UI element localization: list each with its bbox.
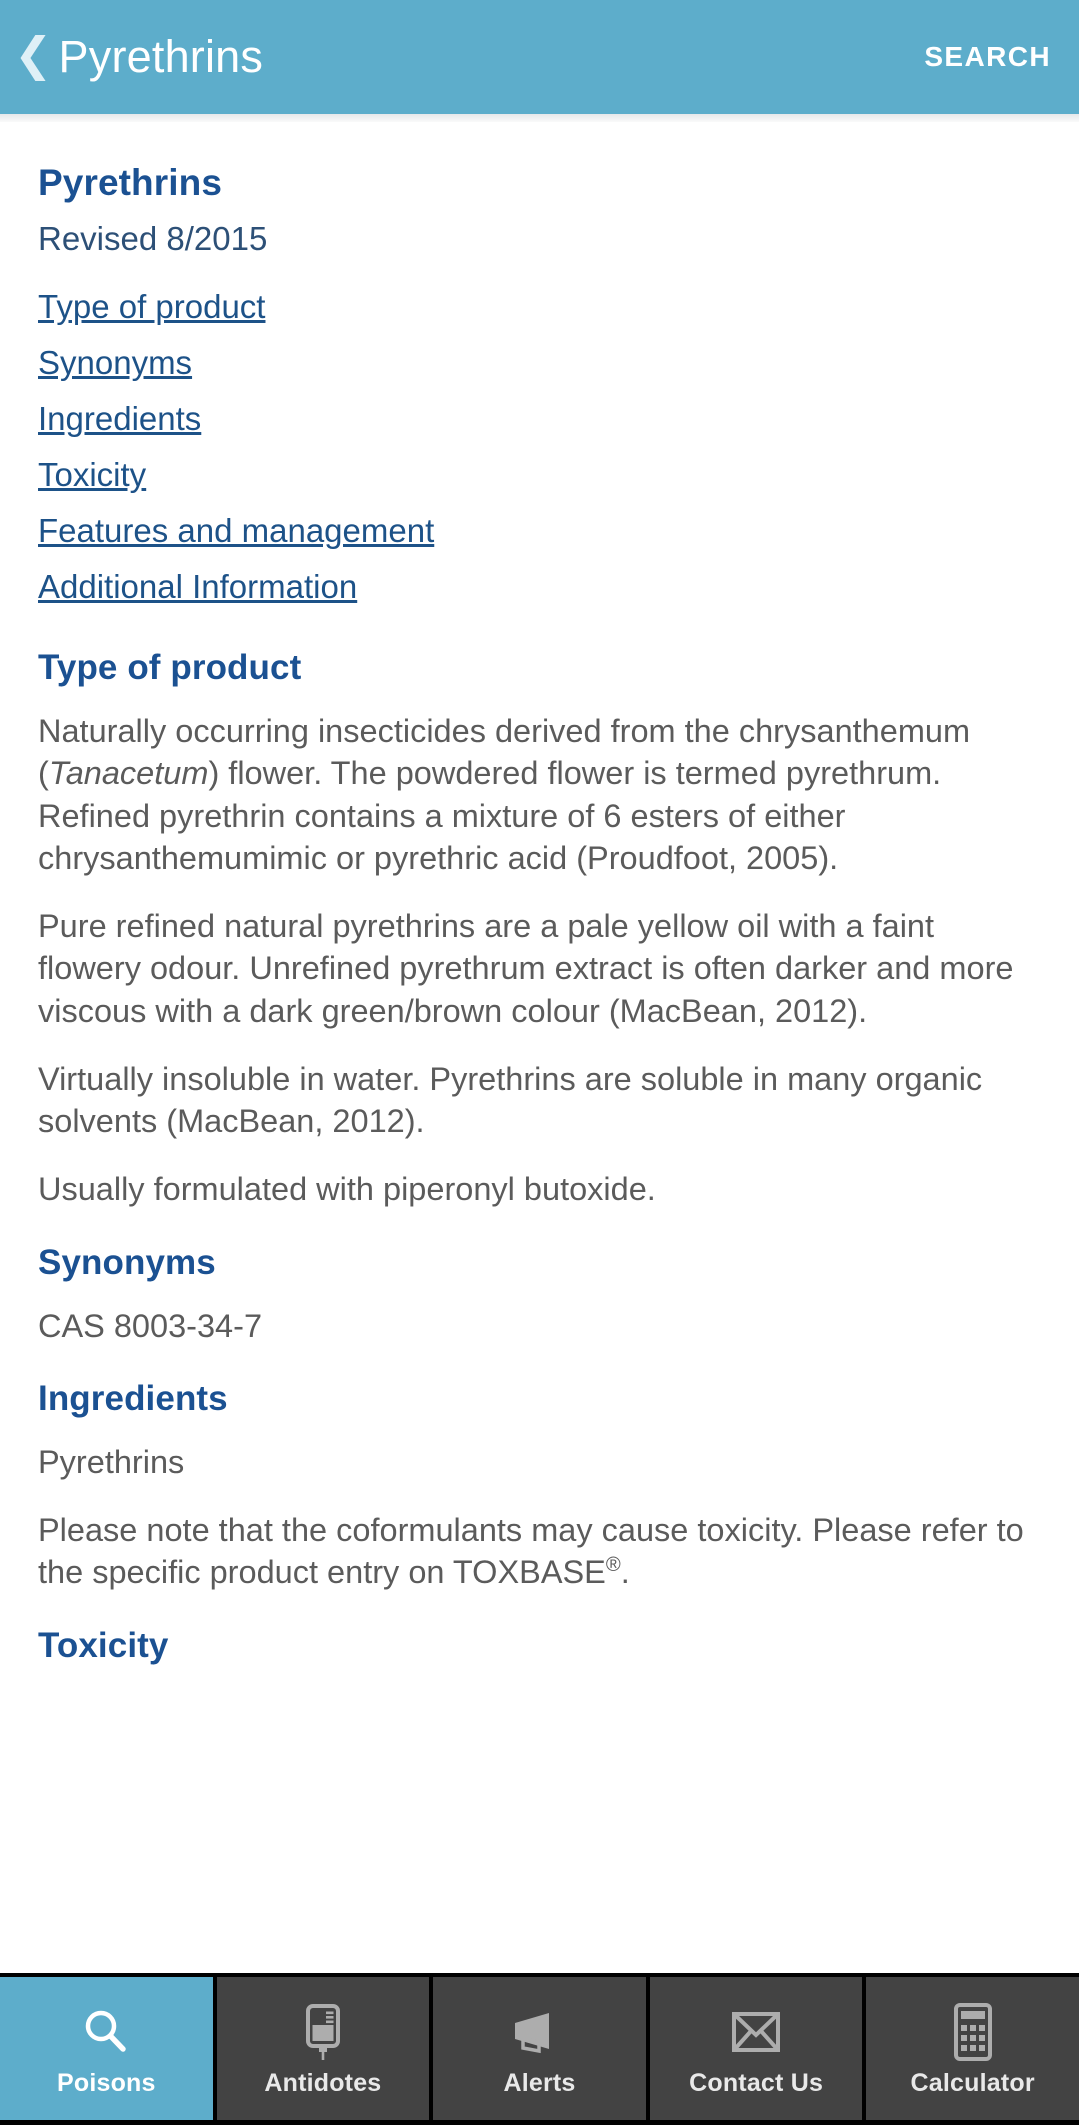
- tab-antidotes[interactable]: Antidotes: [216, 1977, 430, 2120]
- chevron-left-icon[interactable]: ❮: [10, 31, 59, 83]
- tab-label-calculator: Calculator: [910, 2069, 1035, 2097]
- tab-alerts[interactable]: Alerts: [433, 1977, 646, 2120]
- para-italic-genus: Tanacetum: [48, 755, 209, 792]
- table-of-contents: Type of product Synonyms Ingredients Tox…: [38, 288, 1045, 606]
- tab-label-poisons: Poisons: [56, 2069, 156, 2097]
- tab-poisons[interactable]: Poisons: [0, 1977, 213, 2120]
- app-bar: ❮ Pyrethrins SEARCH: [0, 0, 1079, 114]
- document-title: Pyrethrins: [38, 162, 223, 203]
- calculator-icon: [948, 1999, 998, 2065]
- section-heading-synonyms: Synonyms: [38, 1242, 216, 1282]
- back-button[interactable]: ❮ Pyrethrins: [10, 31, 924, 83]
- app-bar-shadow: [0, 114, 1079, 122]
- para-text-b: .: [620, 1554, 630, 1591]
- para-text-a: Please note that the coformulants may ca…: [38, 1512, 1024, 1591]
- tab-calculator[interactable]: Calculator: [866, 1977, 1079, 2120]
- page-title: Pyrethrins: [58, 31, 264, 82]
- bottom-tab-bar: Poisons Antidotes Alerts Contact Us Calc…: [0, 1973, 1079, 2125]
- toc-link-ingredients[interactable]: Ingredients: [38, 400, 201, 438]
- tab-contact-us[interactable]: Contact Us: [649, 1977, 863, 2120]
- app-root: ❮ Pyrethrins SEARCH Pyrethrins Revised 8…: [0, 0, 1079, 2125]
- toc-link-additional-information[interactable]: Additional Information: [38, 568, 357, 606]
- search-icon: [78, 1999, 134, 2065]
- tab-label-antidotes: Antidotes: [264, 2069, 382, 2097]
- iv-bag-icon: [295, 1999, 351, 2065]
- paragraph-ingredients-2: Please note that the coformulants may ca…: [38, 1509, 1038, 1594]
- toc-link-features-and-management[interactable]: Features and management: [38, 512, 434, 550]
- toc-link-type-of-product[interactable]: Type of product: [38, 288, 265, 326]
- paragraph-synonyms-cas: CAS 8003-34-7: [38, 1307, 263, 1344]
- envelope-icon: [727, 1999, 785, 2065]
- paragraph-type-of-product-3: Virtually insoluble in water. Pyrethrins…: [38, 1060, 983, 1139]
- document-revised-date: Revised 8/2015: [38, 220, 268, 257]
- tab-label-alerts: Alerts: [503, 2069, 576, 2097]
- paragraph-type-of-product-4: Usually formulated with piperonyl butoxi…: [38, 1171, 656, 1208]
- section-heading-toxicity: Toxicity: [38, 1625, 169, 1665]
- section-heading-ingredients: Ingredients: [38, 1378, 228, 1418]
- paragraph-type-of-product-1: Naturally occurring insecticides derived…: [38, 710, 1038, 879]
- search-button[interactable]: SEARCH: [924, 41, 1051, 73]
- section-heading-type-of-product: Type of product: [38, 648, 302, 687]
- document-scroll-area[interactable]: Pyrethrins Revised 8/2015 Type of produc…: [0, 122, 1079, 1973]
- tab-label-contact-us: Contact Us: [689, 2069, 824, 2097]
- megaphone-icon: [509, 1999, 569, 2065]
- paragraph-ingredients-1: Pyrethrins: [38, 1443, 185, 1480]
- toc-link-synonyms[interactable]: Synonyms: [38, 344, 192, 382]
- paragraph-type-of-product-2: Pure refined natural pyrethrins are a pa…: [38, 908, 1014, 1029]
- toc-link-toxicity[interactable]: Toxicity: [38, 456, 146, 494]
- registered-trademark-symbol: ®: [605, 1554, 621, 1577]
